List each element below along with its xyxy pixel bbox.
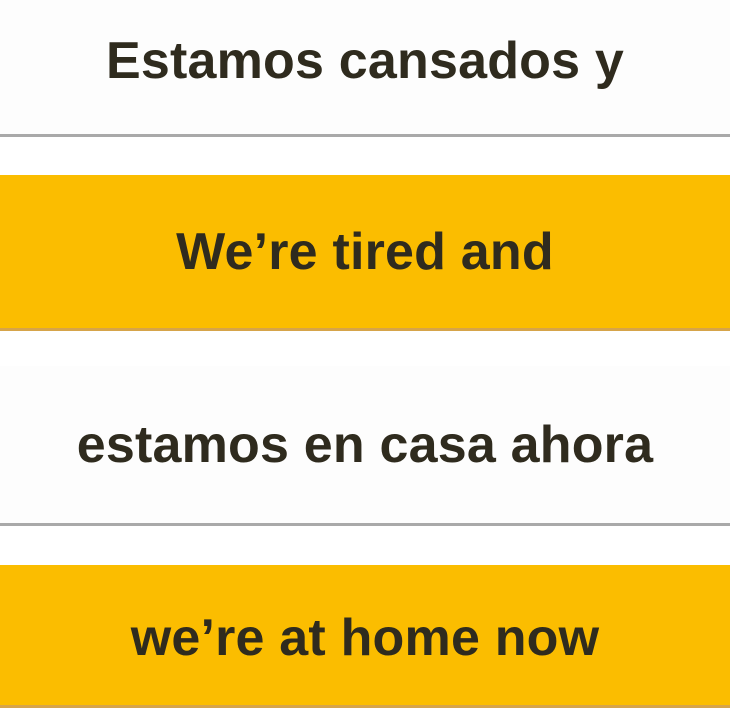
spanish-phrase-text: estamos en casa ahora [76,415,654,474]
english-translation-card[interactable]: We’re tired and [0,175,730,331]
english-translation-card[interactable]: we’re at home now [0,565,730,708]
spanish-phrase-card[interactable]: Estamos cansados y [0,0,730,137]
english-translation-text: we’re at home now [130,609,600,667]
spanish-phrase-card[interactable]: estamos en casa ahora [0,366,730,526]
spanish-phrase-text: Estamos cansados y [105,32,625,90]
english-translation-text: We’re tired and [176,222,554,281]
